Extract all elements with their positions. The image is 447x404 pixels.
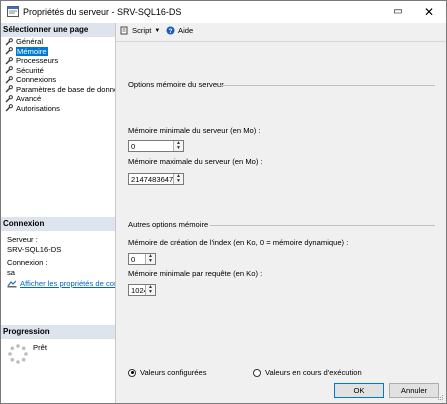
connection-info: Serveur : SRV-SQL16-DS Connexion : sa	[7, 235, 61, 277]
running-values-label: Valeurs en cours d'exécution	[265, 368, 362, 377]
nav-item-connections[interactable]: Connexions	[5, 75, 115, 85]
server-value: SRV-SQL16-DS	[7, 244, 62, 254]
min-memory-spin-buttons[interactable]: ▲ ▼	[173, 141, 183, 151]
dialog-window: Propriétés du serveur - SRV-SQL16-DS ▭ ✕…	[0, 0, 447, 404]
window-title: Propriétés du serveur - SRV-SQL16-DS	[23, 7, 182, 17]
max-memory-label: Mémoire maximale du serveur (en Mo) :	[128, 157, 263, 166]
nav-item-permissions[interactable]: Autorisations	[5, 104, 115, 114]
progress-area: Prêt	[7, 343, 117, 373]
progress-spinner-icon	[8, 344, 28, 364]
index-memory-value: 0	[131, 255, 136, 264]
connection-value: sa	[7, 267, 16, 277]
min-memory-label: Mémoire minimale du serveur (en Mo) :	[128, 126, 261, 135]
query-memory-spin-buttons[interactable]: ▲ ▼	[145, 285, 155, 295]
memory-page: Options mémoire du serveur Mémoire minim…	[116, 42, 446, 379]
radio-indicator	[128, 368, 136, 377]
select-page-header: Sélectionner une page	[1, 23, 115, 37]
help-label: Aide	[178, 26, 194, 35]
index-memory-spin-buttons[interactable]: ▲ ▼	[145, 254, 155, 264]
connection-properties-icon	[7, 280, 17, 287]
script-dropdown-icon[interactable]: ▼	[154, 28, 160, 34]
group-divider	[220, 85, 435, 86]
ok-button[interactable]: OK	[334, 383, 384, 398]
nav-item-label: Processeurs	[16, 56, 59, 65]
toolbar: Script ▼ ? Aide	[116, 23, 446, 42]
wrench-icon	[5, 56, 13, 65]
index-memory-input[interactable]: 0 ▲ ▼	[128, 253, 156, 265]
connection-label: Connexion :	[7, 258, 48, 267]
progress-header: Progression	[1, 325, 115, 339]
view-connection-properties-link[interactable]: Afficher les propriétés de conn	[7, 279, 115, 288]
nav-item-label: Mémoire	[16, 46, 48, 56]
title-bar: Propriétés du serveur - SRV-SQL16-DS ▭ ✕	[1, 1, 446, 23]
script-button[interactable]: Script ▼	[120, 26, 160, 35]
min-memory-value: 0	[131, 142, 136, 151]
server-label: Serveur :	[7, 235, 38, 244]
server-properties-icon	[7, 6, 19, 17]
connection-header: Connexion	[1, 217, 115, 231]
cancel-button[interactable]: Annuler	[389, 383, 439, 398]
progress-status: Prêt	[33, 343, 47, 352]
button-bar: OK Annuler	[116, 379, 446, 403]
wrench-icon	[5, 37, 13, 46]
view-connection-properties-label: Afficher les propriétés de conn	[20, 279, 115, 288]
other-memory-options-title: Autres options mémoire	[128, 220, 209, 229]
page-list: Général Mémoire Processeurs Sécurité Con…	[5, 37, 115, 113]
configured-values-label: Valeurs configurées	[140, 368, 207, 377]
help-button[interactable]: ? Aide	[166, 26, 193, 35]
nav-item-general[interactable]: Général	[5, 37, 115, 47]
svg-text:?: ?	[169, 28, 173, 35]
nav-item-label: Autorisations	[16, 103, 60, 113]
restore-button[interactable]: ▭	[383, 1, 413, 23]
wrench-icon	[5, 66, 13, 74]
nav-item-security[interactable]: Sécurité	[5, 66, 115, 76]
nav-item-label: Sécurité	[16, 65, 44, 75]
running-values-radio[interactable]: Valeurs en cours d'exécution	[253, 368, 362, 377]
min-memory-input[interactable]: 0 ▲ ▼	[128, 140, 184, 152]
script-icon	[120, 26, 128, 35]
wrench-icon	[5, 75, 13, 84]
nav-item-memory[interactable]: Mémoire	[5, 46, 115, 56]
max-memory-value: 2147483647	[131, 175, 174, 184]
nav-item-database-settings[interactable]: Paramètres de base de donnée	[5, 85, 115, 95]
close-button[interactable]: ✕	[414, 1, 444, 23]
nav-item-label: Avancé	[16, 94, 42, 103]
nav-item-advanced[interactable]: Avancé	[5, 94, 115, 104]
nav-item-label: Général	[16, 37, 44, 46]
group-divider	[210, 225, 435, 226]
server-memory-options-title: Options mémoire du serveur	[128, 80, 224, 89]
query-memory-label: Mémoire minimale par requête (en Ko) :	[128, 269, 263, 278]
configured-values-radio[interactable]: Valeurs configurées	[128, 368, 207, 377]
right-pane: Script ▼ ? Aide Options mémoire du serve…	[116, 23, 446, 379]
wrench-icon	[5, 104, 13, 112]
wrench-icon	[5, 85, 13, 93]
nav-item-label: Connexions	[16, 75, 57, 84]
resize-grip-icon[interactable]	[438, 395, 444, 401]
max-memory-spin-buttons[interactable]: ▲ ▼	[173, 174, 183, 184]
nav-item-label: Paramètres de base de donnée	[16, 84, 115, 94]
query-memory-input[interactable]: 1024 ▲ ▼	[128, 284, 156, 296]
wrench-icon	[5, 47, 13, 55]
index-memory-label: Mémoire de création de l'index (en Ko, 0…	[128, 238, 349, 247]
radio-indicator	[253, 368, 261, 377]
wrench-icon	[5, 94, 13, 103]
script-label: Script	[132, 26, 152, 35]
max-memory-input[interactable]: 2147483647 ▲ ▼	[128, 173, 184, 185]
help-icon: ?	[166, 26, 175, 35]
nav-item-processors[interactable]: Processeurs	[5, 56, 115, 66]
left-pane: Sélectionner une page Général Mémoire Pr…	[1, 23, 116, 403]
